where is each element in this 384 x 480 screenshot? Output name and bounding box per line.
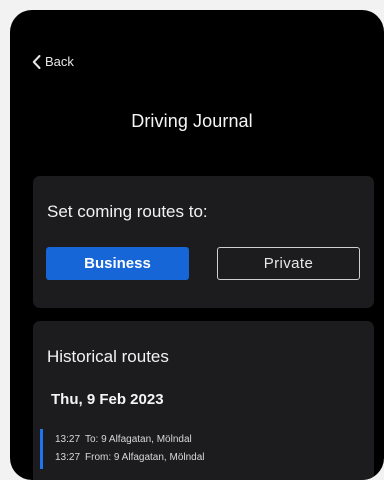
trip-time: 13:27 (55, 434, 81, 445)
page-title: Driving Journal (131, 111, 253, 131)
trip-origin-text: From: 9 Alfagatan, Mölndal (85, 452, 205, 463)
business-button[interactable]: Business (46, 247, 189, 280)
trip-destination: 13:27 To: 9 Alfagatan, Mölndal (55, 434, 192, 445)
day-date: Thu, 9 Feb 2023 (51, 391, 164, 408)
app-screen: Back Driving Journal Set coming routes t… (10, 10, 384, 480)
route-type-card: Set coming routes to: Business Private (33, 176, 374, 308)
route-type-heading: Set coming routes to: (47, 202, 208, 221)
trip-time: 13:27 (55, 452, 81, 463)
chevron-left-icon (32, 54, 41, 69)
private-button[interactable]: Private (217, 247, 360, 280)
back-button[interactable]: Back (32, 54, 74, 69)
historical-routes-heading: Historical routes (47, 347, 169, 366)
back-label: Back (45, 54, 74, 69)
trip-destination-text: To: 9 Alfagatan, Mölndal (85, 434, 192, 445)
trip-origin: 13:27 From: 9 Alfagatan, Mölndal (55, 452, 205, 463)
trip-marker (40, 429, 43, 469)
historical-routes-card: Historical routes Thu, 9 Feb 2023 13:27 T… (33, 321, 374, 480)
trip-item[interactable]: 13:27 To: 9 Alfagatan, Mölndal 13:27 From:… (40, 429, 360, 469)
